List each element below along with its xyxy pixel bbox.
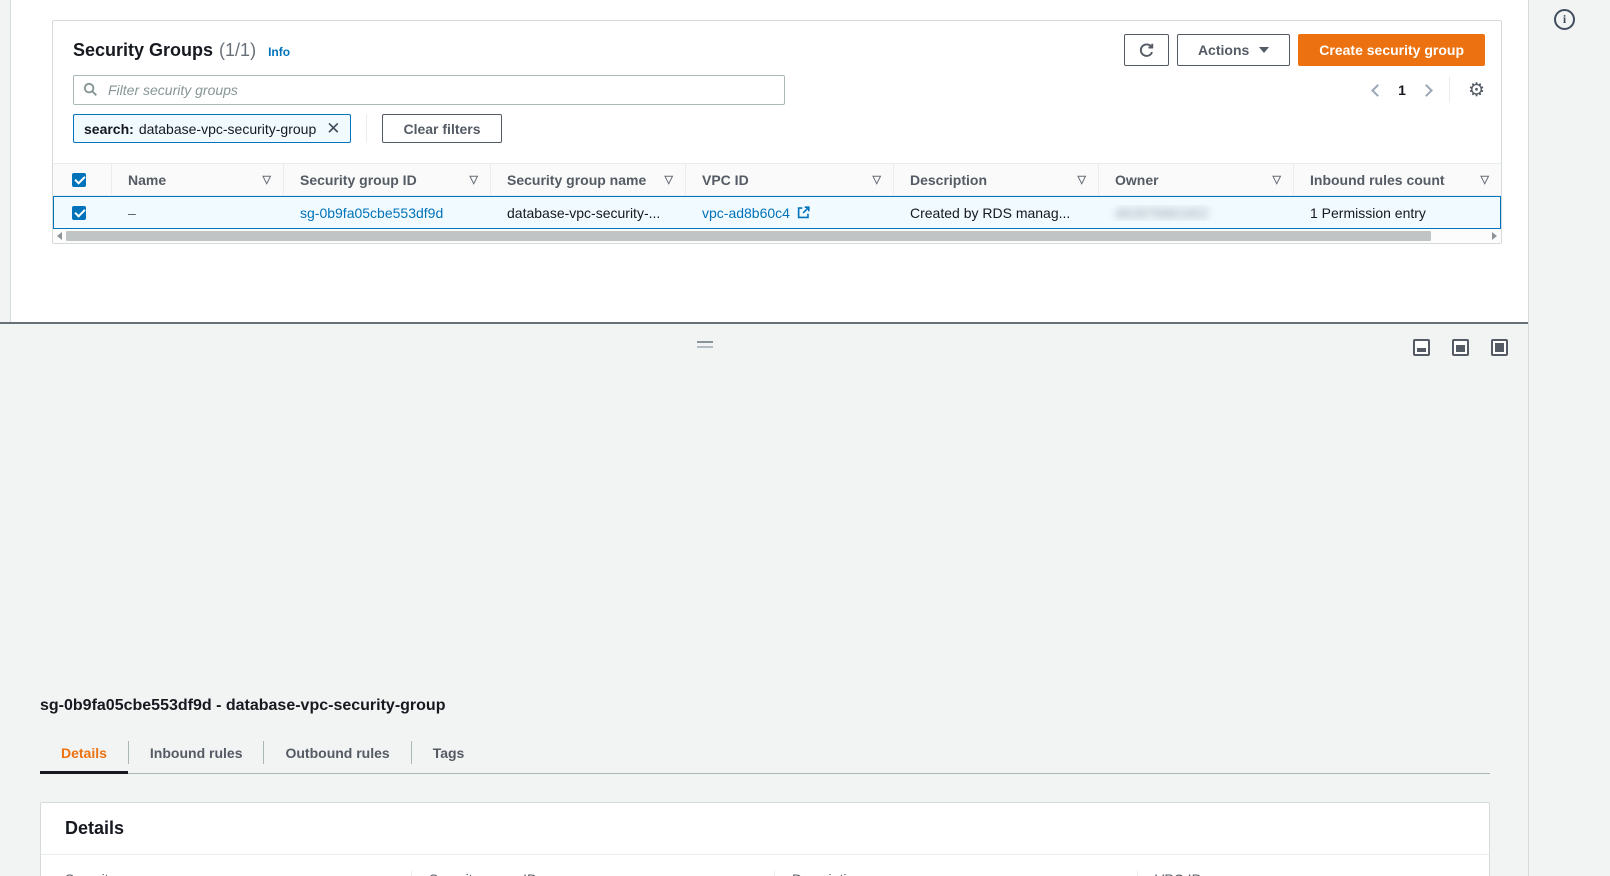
filter-row: 1 ⚙ (73, 75, 1485, 105)
create-button-label: Create security group (1319, 42, 1464, 58)
security-groups-card: Security Groups (1/1) Info Actions (52, 20, 1502, 244)
select-all-checkbox[interactable] (72, 173, 86, 187)
security-groups-panel: Security Groups (1/1) Info Actions (12, 0, 1528, 322)
scroll-right-icon[interactable] (1492, 232, 1497, 240)
field-label: Security group name (65, 871, 395, 876)
table-header-row: Name▽ Security group ID▽ Security group … (53, 163, 1501, 196)
column-header-name[interactable]: Name▽ (111, 164, 283, 195)
search-icon (83, 82, 98, 102)
detail-tabs: Details Inbound rules Outbound rules Tag… (40, 732, 1490, 774)
cell-inbound-rules-count: 1 Permission entry (1294, 205, 1500, 221)
field-label: Security group ID (429, 871, 758, 876)
remove-token-icon[interactable]: ✕ (326, 120, 340, 137)
scroll-left-icon[interactable] (57, 232, 62, 240)
filter-column-icon[interactable]: ▽ (665, 173, 673, 186)
filter-token: search: database-vpc-security-group ✕ (73, 114, 351, 143)
page-title: Security Groups (73, 40, 213, 61)
tab-outbound-rules[interactable]: Outbound rules (264, 732, 410, 774)
filter-column-icon[interactable]: ▽ (873, 173, 881, 186)
pagination: 1 ⚙ (1373, 77, 1485, 103)
column-header-security-group-name[interactable]: Security group name▽ (490, 164, 685, 195)
settings-gear-icon[interactable]: ⚙ (1468, 81, 1485, 100)
filter-column-icon[interactable]: ▽ (263, 173, 271, 186)
field-label: Description (792, 871, 1121, 876)
cell-owner-redacted: 462878961602 (1115, 205, 1208, 221)
column-header-description[interactable]: Description▽ (893, 164, 1098, 195)
column-header-vpc-id[interactable]: VPC ID▽ (685, 164, 893, 195)
refresh-button[interactable] (1124, 34, 1169, 66)
clear-filters-button[interactable]: Clear filters (382, 114, 501, 143)
tab-inbound-rules[interactable]: Inbound rules (129, 732, 264, 774)
layout-bottom-small-icon[interactable] (1413, 339, 1430, 356)
info-icon[interactable]: i (1554, 9, 1575, 30)
table-row[interactable]: – sg-0b9fa05cbe553df9d database-vpc-secu… (53, 196, 1501, 229)
card-header: Security Groups (1/1) Info Actions (73, 33, 1485, 67)
info-link[interactable]: Info (268, 45, 290, 59)
details-card: Details Security group name database-vpc… (40, 802, 1490, 876)
chevron-down-icon (1259, 47, 1269, 53)
next-page-button[interactable] (1420, 84, 1433, 97)
column-header-security-group-id[interactable]: Security group ID▽ (283, 164, 490, 195)
divider (1449, 77, 1450, 103)
column-header-owner[interactable]: Owner▽ (1098, 164, 1293, 195)
column-header-inbound-rules-count[interactable]: Inbound rules count▽ (1293, 164, 1501, 195)
filter-column-icon[interactable]: ▽ (1273, 173, 1281, 186)
layout-full-icon[interactable] (1491, 339, 1508, 356)
cell-description: Created by RDS manag... (894, 205, 1099, 221)
filter-column-icon[interactable]: ▽ (470, 173, 478, 186)
tab-details[interactable]: Details (40, 732, 128, 774)
split-panel-drag-handle[interactable] (697, 341, 713, 348)
collapsed-nav-gutter (0, 0, 11, 324)
tab-tags[interactable]: Tags (412, 732, 486, 774)
external-link-icon (797, 206, 810, 219)
selected-group-title: sg-0b9fa05cbe553df9d - database-vpc-secu… (40, 697, 445, 715)
actions-button-label: Actions (1198, 42, 1249, 58)
filter-token-row: search: database-vpc-security-group ✕ Cl… (73, 114, 502, 143)
cell-security-group-name: database-vpc-security-... (491, 205, 686, 221)
details-panel: sg-0b9fa05cbe553df9d - database-vpc-secu… (0, 324, 1528, 876)
vpc-id-link[interactable]: vpc-ad8b60c4 (702, 205, 790, 221)
scrollbar-thumb[interactable] (66, 231, 1431, 241)
security-groups-table: Name▽ Security group ID▽ Security group … (53, 163, 1501, 243)
divider (366, 114, 367, 143)
filter-input[interactable] (73, 75, 785, 105)
layout-bottom-half-icon[interactable] (1452, 339, 1469, 356)
create-security-group-button[interactable]: Create security group (1298, 34, 1485, 66)
filter-column-icon[interactable]: ▽ (1481, 173, 1489, 186)
clear-filters-label: Clear filters (403, 121, 480, 137)
field-label: VPC ID (1155, 871, 1449, 876)
row-checkbox[interactable] (72, 206, 86, 220)
panel-layout-switcher (1413, 339, 1508, 356)
previous-page-button[interactable] (1371, 84, 1384, 97)
page-number[interactable]: 1 (1396, 82, 1408, 98)
filter-token-value: database-vpc-security-group (139, 121, 316, 137)
result-counter: (1/1) (219, 40, 256, 61)
horizontal-scrollbar[interactable] (53, 229, 1501, 243)
filter-token-key: search: (84, 121, 134, 137)
actions-button[interactable]: Actions (1177, 34, 1290, 66)
help-rail: i (1528, 0, 1610, 876)
refresh-icon (1138, 42, 1155, 59)
details-card-title: Details (41, 803, 1489, 855)
cell-name: – (112, 205, 284, 221)
security-group-id-link[interactable]: sg-0b9fa05cbe553df9d (300, 205, 443, 221)
filter-column-icon[interactable]: ▽ (1078, 173, 1086, 186)
